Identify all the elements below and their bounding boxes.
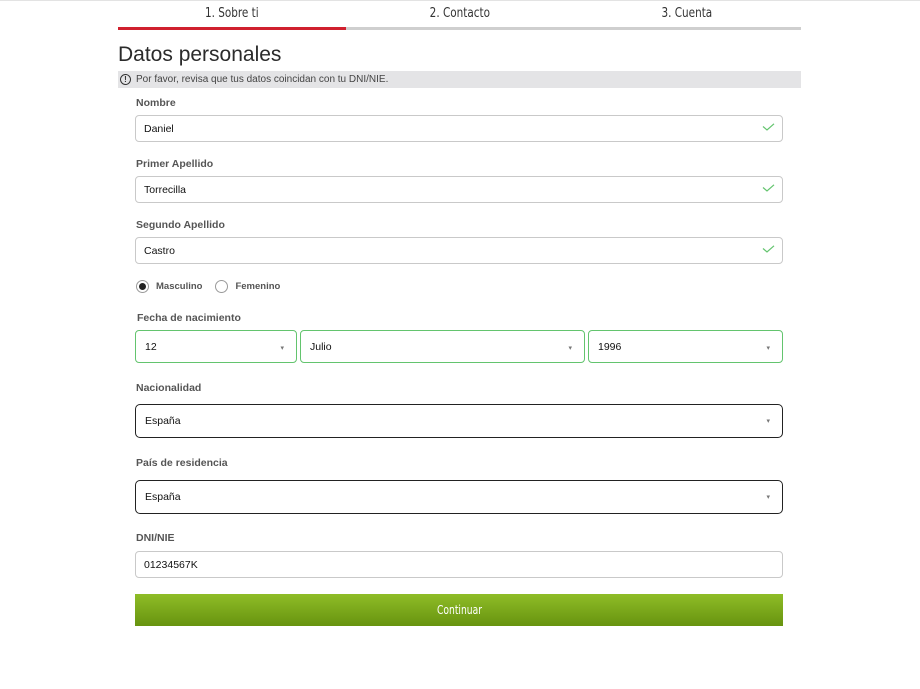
continue-button-label: Continuar	[436, 603, 482, 617]
radio-masculino[interactable]	[136, 279, 149, 293]
chevron-down-icon: ▾	[766, 418, 770, 425]
birth-year-value: 1996	[598, 340, 622, 353]
info-notice: ! Por favor, revisa que tus datos coinci…	[118, 71, 801, 88]
residencia-value: España	[145, 491, 181, 503]
continue-button[interactable]: Continuar	[135, 594, 783, 626]
dni-label: DNI/NIE	[136, 532, 175, 544]
chevron-down-icon: ▾	[568, 345, 572, 352]
nacionalidad-value: España	[145, 415, 181, 427]
radio-femenino-label[interactable]: Femenino	[235, 281, 280, 292]
nacionalidad-label: Nacionalidad	[136, 382, 202, 394]
step-contacto[interactable]: 2. Contacto	[362, 0, 558, 30]
birth-day-select[interactable]: 12 ▾	[135, 330, 297, 363]
step-sobre-ti[interactable]: 1. Sobre ti	[134, 0, 330, 30]
chevron-down-icon: ▾	[766, 494, 770, 501]
step-cuenta[interactable]: 3. Cuenta	[589, 0, 785, 30]
birth-month-select[interactable]: Julio ▾	[300, 330, 585, 363]
birth-day-value: 12	[145, 340, 157, 353]
primer-apellido-label: Primer Apellido	[136, 158, 214, 170]
nombre-field[interactable]: Daniel	[135, 115, 783, 142]
radio-masculino-label[interactable]: Masculino	[156, 281, 202, 292]
info-icon: !	[120, 74, 131, 85]
primer-apellido-field[interactable]: Torrecilla	[135, 176, 783, 203]
info-notice-text: Por favor, revisa que tus datos coincida…	[136, 74, 389, 85]
radio-femenino[interactable]	[215, 279, 229, 293]
segundo-apellido-field[interactable]: Castro	[135, 237, 783, 264]
nombre-label: Nombre	[136, 97, 176, 109]
residencia-label: País de residencia	[136, 457, 228, 469]
dni-field[interactable]: 01234567K	[135, 551, 783, 578]
segundo-apellido-label: Segundo Apellido	[136, 219, 225, 231]
step-active-indicator	[118, 27, 346, 30]
page-title: Datos personales	[118, 43, 282, 66]
progress-steps: 1. Sobre ti 2. Contacto 3. Cuenta	[118, 0, 801, 30]
primer-apellido-value: Torrecilla	[144, 183, 187, 196]
nombre-value: Daniel	[144, 122, 174, 135]
birth-month-value: Julio	[310, 340, 332, 353]
fecha-nacimiento-label: Fecha de nacimiento	[137, 312, 241, 324]
chevron-down-icon: ▾	[280, 345, 284, 352]
check-icon	[762, 245, 775, 253]
gender-radio-group: Masculino Femenino	[136, 279, 293, 293]
radio-selected-dot	[139, 282, 146, 290]
chevron-down-icon: ▾	[766, 345, 770, 352]
residencia-select[interactable]: España ▾	[135, 480, 783, 514]
check-icon	[762, 123, 775, 131]
birth-year-select[interactable]: 1996 ▾	[588, 330, 783, 363]
dni-value: 01234567K	[144, 558, 198, 571]
nacionalidad-select[interactable]: España ▾	[135, 404, 783, 438]
segundo-apellido-value: Castro	[144, 244, 175, 257]
check-icon	[762, 184, 775, 192]
